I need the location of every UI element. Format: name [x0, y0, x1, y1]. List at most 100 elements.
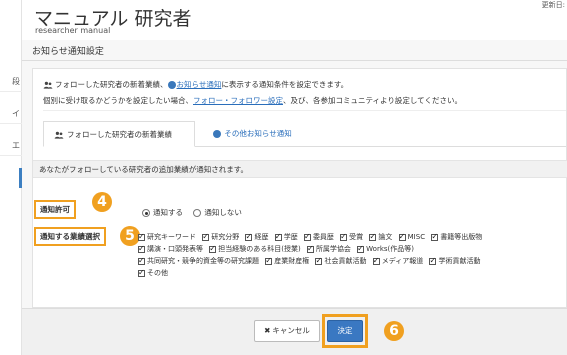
- checkbox-checked-icon[interactable]: [429, 255, 437, 267]
- info-box: フォローした研究者の新着業績、 お知らせ通知に表示する通知条件を設定できます。 個…: [43, 77, 566, 111]
- section-title: お知らせ通知設定: [32, 47, 104, 57]
- checkbox-checked-icon[interactable]: [306, 243, 314, 255]
- checkbox-checked-icon[interactable]: [245, 231, 253, 243]
- close-icon: ✖: [264, 326, 271, 335]
- info-line-1-suffix: に表示する通知条件を設定できます。: [221, 80, 349, 89]
- checkbox-item[interactable]: 社会貢献活動: [315, 255, 366, 267]
- checkbox-checked-icon[interactable]: [274, 231, 282, 243]
- checkbox-item[interactable]: メディア報道: [372, 255, 424, 267]
- achievement-checkbox-group: 研究キーワード 研究分野 経歴 学歴 委員歴 受賞 論文 MISC 書籍等出版物…: [138, 231, 558, 279]
- info-line-1: フォローした研究者の新着業績、 お知らせ通知に表示する通知条件を設定できます。: [43, 77, 566, 93]
- sidebar-item[interactable]: イ: [0, 104, 22, 124]
- globe-icon: [213, 130, 221, 138]
- checkbox-checked-icon[interactable]: [138, 243, 145, 255]
- checkbox-label: 書籍等出版物: [440, 233, 483, 241]
- checkbox-item[interactable]: 書籍等出版物: [431, 231, 482, 243]
- sidebar-item[interactable]: 段: [0, 72, 22, 92]
- globe-icon: [167, 81, 176, 89]
- page-subtitle: researcher manual: [35, 26, 111, 35]
- page-header: マニュアル 研究者 researcher manual 更新日:: [22, 0, 567, 40]
- checkbox-checked-icon[interactable]: [357, 243, 365, 255]
- notify-off-option[interactable]: 通知しない: [193, 207, 242, 218]
- checkbox-checked-icon[interactable]: [315, 255, 323, 267]
- checkbox-item[interactable]: 研究分野: [202, 231, 239, 243]
- checkbox-label: 産業財産権: [274, 257, 310, 265]
- achievement-select-label: 通知する業績選択: [34, 227, 106, 246]
- checkbox-label: 学術貢献活動: [438, 257, 481, 265]
- radio-label: 通知する: [153, 208, 183, 217]
- checkbox-label: 社会貢献活動: [324, 257, 367, 265]
- tab-followed-researchers[interactable]: フォローした研究者の新着業績: [43, 121, 195, 147]
- checkbox-label: 所属学協会: [315, 245, 351, 253]
- checkbox-label: 研究分野: [211, 233, 240, 241]
- checkbox-label: 研究キーワード: [147, 233, 196, 241]
- notify-on-option[interactable]: 通知する: [142, 207, 183, 218]
- checkbox-label: メディア報道: [381, 257, 424, 265]
- checkbox-label: MISC: [407, 233, 426, 241]
- main-content: お知らせ通知設定 フォローした研究者の新着業績、 お知らせ通知に表示する通知条件を…: [22, 40, 567, 355]
- tab-other-notifications[interactable]: その他お知らせ通知: [203, 121, 302, 147]
- checkbox-item[interactable]: 担当経験のある科目(授業): [209, 243, 301, 255]
- checkbox-label: 共同研究・競争的資金等の研究課題: [147, 257, 259, 265]
- cancel-button[interactable]: ✖ キャンセル: [254, 320, 320, 342]
- sidebar: 段 イ エ: [0, 0, 22, 355]
- radio-selected-icon[interactable]: [142, 209, 150, 217]
- notification-link[interactable]: お知らせ通知: [177, 80, 222, 89]
- checkbox-item[interactable]: 論文: [369, 231, 392, 243]
- checkbox-item[interactable]: 学術貢献活動: [429, 255, 480, 267]
- checkbox-checked-icon[interactable]: [202, 231, 210, 243]
- header-right-text: 更新日:: [541, 1, 565, 9]
- checkbox-item[interactable]: 共同研究・競争的資金等の研究課題: [138, 255, 259, 267]
- checkbox-checked-icon[interactable]: [372, 255, 380, 267]
- users-icon: [43, 81, 53, 89]
- submit-button[interactable]: 決定: [327, 320, 363, 342]
- tab-bar: フォローした研究者の新着業績 その他お知らせ通知: [43, 121, 566, 147]
- info-line-2-suffix: 、及び、各参加コミュニティより設定してください。: [283, 96, 462, 105]
- users-icon: [54, 131, 64, 139]
- notice-message: あなたがフォローしている研究者の追加業績が通知されます。: [33, 160, 567, 178]
- notify-permission-label: 通知許可: [34, 200, 76, 219]
- checkbox-checked-icon[interactable]: [303, 231, 311, 243]
- checkbox-row: 講演・口頭発表等 担当経験のある科目(授業) 所属学協会 Works(作品等): [138, 243, 558, 255]
- notify-radio-group: 通知する 通知しない: [142, 207, 250, 218]
- checkbox-label: 講演・口頭発表等: [147, 245, 203, 253]
- radio-unselected-icon[interactable]: [193, 209, 202, 217]
- cancel-button-label: キャンセル: [272, 326, 310, 335]
- sidebar-item[interactable]: エ: [0, 136, 22, 156]
- checkbox-item[interactable]: 委員歴: [303, 231, 334, 243]
- checkbox-label: 論文: [378, 233, 393, 241]
- info-line-2-prefix: 個別に受け取るかどうかを設定したい場合、: [43, 96, 193, 105]
- checkbox-checked-icon[interactable]: [138, 267, 145, 279]
- checkbox-item[interactable]: その他: [138, 267, 168, 279]
- checkbox-checked-icon[interactable]: [265, 255, 273, 267]
- checkbox-item[interactable]: 受賞: [340, 231, 363, 243]
- checkbox-label: 委員歴: [312, 233, 334, 241]
- checkbox-item[interactable]: MISC: [398, 231, 426, 243]
- divider: [22, 60, 567, 61]
- checkbox-checked-icon[interactable]: [431, 231, 439, 243]
- follow-settings-link[interactable]: フォロー・フォロワー設定: [193, 96, 283, 105]
- checkbox-row: 研究キーワード 研究分野 経歴 学歴 委員歴 受賞 論文 MISC 書籍等出版物: [138, 231, 558, 243]
- step-number-badge: 4: [92, 192, 112, 212]
- checkbox-item[interactable]: 研究キーワード: [138, 231, 196, 243]
- checkbox-checked-icon[interactable]: [369, 231, 377, 243]
- checkbox-item[interactable]: 学歴: [274, 231, 298, 243]
- sidebar-item-label: イ: [12, 109, 20, 118]
- checkbox-item[interactable]: 講演・口頭発表等: [138, 243, 203, 255]
- checkbox-checked-icon[interactable]: [340, 231, 348, 243]
- checkbox-label: 学歴: [283, 233, 298, 241]
- checkbox-checked-icon[interactable]: [398, 231, 406, 243]
- checkbox-label: その他: [147, 269, 168, 277]
- info-line-1-prefix: フォローした研究者の新着業績、: [55, 80, 168, 89]
- checkbox-item[interactable]: 産業財産権: [265, 255, 309, 267]
- tab-label: フォローした研究者の新着業績: [67, 130, 172, 139]
- checkbox-checked-icon[interactable]: [138, 255, 145, 267]
- checkbox-label: 経歴: [254, 233, 269, 241]
- checkbox-item[interactable]: 経歴: [245, 231, 268, 243]
- checkbox-item[interactable]: 所属学協会: [306, 243, 351, 255]
- checkbox-checked-icon[interactable]: [209, 243, 217, 255]
- checkbox-checked-icon[interactable]: [138, 231, 145, 243]
- step-number-badge: 6: [384, 321, 404, 341]
- tab-label: その他お知らせ通知: [224, 129, 292, 138]
- checkbox-item[interactable]: Works(作品等): [357, 243, 414, 255]
